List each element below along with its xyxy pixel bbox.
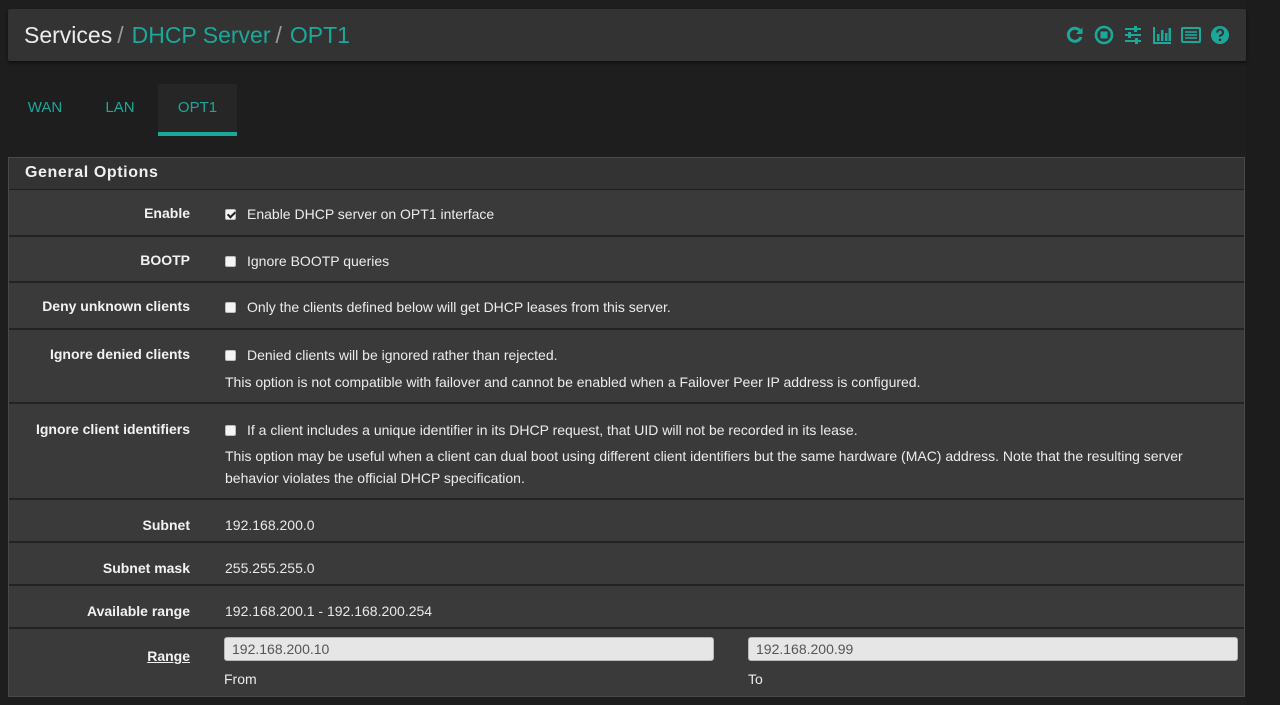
range-label[interactable]: Range (147, 648, 190, 664)
ignore-client-ids-checkbox[interactable] (225, 424, 236, 436)
subnet-mask-label: Subnet mask (102, 560, 190, 576)
bootp-text: Ignore BOOTP queries (247, 253, 390, 269)
tab-opt1[interactable]: OPT1 (158, 84, 237, 136)
panel-header: General Options (9, 158, 1244, 190)
range-to-input[interactable]: 192.168.200.99 (748, 637, 1238, 661)
enable-option: Enable DHCP server on OPT1 interface (225, 206, 494, 222)
ignore-denied-text: Denied clients will be ignored rather th… (247, 347, 558, 363)
breadcrumb-dhcp-server-link[interactable]: DHCP Server (132, 22, 271, 48)
enable-row: Enable Enable DHCP server on OPT1 interf… (9, 190, 1244, 237)
page-gutter (1246, 0, 1280, 705)
ignore-denied-checkbox[interactable] (225, 349, 236, 361)
settings-sliders-icon[interactable] (1123, 25, 1143, 45)
graph-icon[interactable] (1152, 25, 1172, 45)
bootp-checkbox[interactable] (225, 255, 236, 267)
subnet-row: Subnet 192.168.200.0 (9, 500, 1244, 543)
breadcrumb-separator: / (117, 22, 124, 48)
range-from-label: From (224, 671, 257, 687)
panel-title: General Options (25, 164, 159, 181)
deny-unknown-option: Only the clients defined below will get … (225, 299, 671, 315)
ignore-denied-help: This option is not compatible with failo… (225, 374, 921, 390)
breadcrumb-separator: / (275, 22, 282, 48)
header-icon-group (1065, 24, 1230, 46)
deny-unknown-checkbox[interactable] (225, 301, 236, 313)
stop-service-icon[interactable] (1094, 25, 1114, 45)
subnet-label: Subnet (142, 517, 190, 533)
ignore-denied-label: Ignore denied clients (49, 346, 190, 362)
help-icon[interactable] (1210, 25, 1230, 45)
page-header: Services / DHCP Server / OPT1 (8, 9, 1246, 61)
breadcrumb: Services / DHCP Server / OPT1 (24, 21, 350, 49)
general-options-panel: General Options Enable Enable DHCP serve… (8, 157, 1245, 697)
breadcrumb-root: Services (24, 22, 113, 48)
range-row: Range 192.168.200.10 From 192.168.200.99… (9, 629, 1244, 696)
tab-wan[interactable]: WAN (14, 84, 76, 136)
range-from-input[interactable]: 192.168.200.10 (224, 637, 714, 661)
subnet-mask-value: 255.255.255.0 (225, 560, 315, 576)
available-range-row: Available range 192.168.200.1 - 192.168.… (9, 586, 1244, 629)
bootp-row: BOOTP Ignore BOOTP queries (9, 237, 1244, 283)
subnet-value: 192.168.200.0 (225, 517, 315, 533)
breadcrumb-opt1-link[interactable]: OPT1 (290, 22, 350, 48)
reload-icon[interactable] (1065, 25, 1085, 45)
enable-label: Enable (144, 205, 190, 221)
ignore-client-ids-label: Ignore client identifiers (35, 421, 190, 437)
ignore-client-ids-row: Ignore client identifiers If a client in… (9, 404, 1244, 500)
bootp-label: BOOTP (140, 252, 190, 268)
deny-unknown-label: Deny unknown clients (42, 298, 190, 314)
available-range-label: Available range (87, 603, 190, 619)
ignore-client-ids-help: This option may be useful when a client … (225, 448, 1183, 486)
ignore-client-ids-option: If a client includes a unique identifier… (225, 422, 858, 438)
enable-text: Enable DHCP server on OPT1 interface (247, 206, 495, 222)
ignore-client-ids-text: If a client includes a unique identifier… (247, 422, 858, 438)
bootp-option: Ignore BOOTP queries (225, 253, 389, 269)
ignore-denied-option: Denied clients will be ignored rather th… (225, 347, 558, 363)
logs-icon[interactable] (1181, 25, 1201, 45)
ignore-denied-row: Ignore denied clients Denied clients wil… (9, 330, 1244, 404)
deny-unknown-text: Only the clients defined below will get … (247, 299, 671, 315)
available-range-value: 192.168.200.1 - 192.168.200.254 (225, 603, 433, 619)
enable-checkbox[interactable] (225, 208, 236, 220)
subnet-mask-row: Subnet mask 255.255.255.0 (9, 543, 1244, 586)
deny-unknown-row: Deny unknown clients Only the clients de… (9, 283, 1244, 330)
tab-lan[interactable]: LAN (88, 84, 152, 136)
range-to-label: To (748, 671, 763, 687)
